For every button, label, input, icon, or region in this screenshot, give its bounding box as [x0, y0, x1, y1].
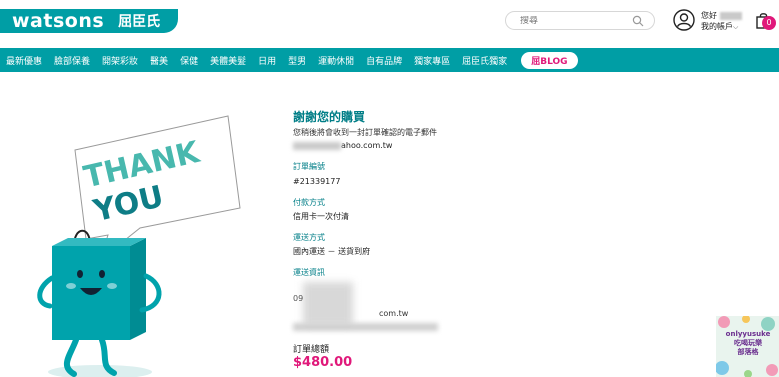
site-header: watsons 屈臣氏 您好 我的帳戶⌵ 0 [0, 0, 779, 46]
order-number-value: #21339177 [293, 177, 341, 186]
shipping-info-redacted: 09 com.tw [293, 282, 443, 332]
address-blur-line [293, 323, 438, 331]
delivery-method-value: 國內運送 － 送貨到府 [293, 247, 371, 256]
greeting-text: 您好 [701, 11, 717, 20]
shipping-info-label: 運送資訊 [293, 268, 325, 277]
shipping-partial-email: com.tw [379, 309, 409, 318]
floating-blog-ad[interactable]: onlyyusuke 吃喝玩樂 部落格 [716, 316, 779, 377]
search-input[interactable] [520, 15, 630, 26]
nav-item-derma[interactable]: 醫美 [150, 54, 168, 67]
order-total-label: 訂單總額 [293, 345, 330, 355]
logo-text: watsons [12, 10, 105, 32]
order-details: 訂單編號 #21339177 付款方式 信用卡一次付清 運送方式 國內運送 － … [293, 162, 553, 377]
main-nav: 最新優惠 臉部保養 開架彩妝 醫美 保健 美體美髮 日用 型男 運動休閒 自有品… [0, 48, 779, 72]
watsons-logo[interactable]: watsons 屈臣氏 [0, 9, 178, 33]
blurred-username [719, 11, 742, 20]
search-box [505, 11, 655, 30]
page-title: 謝謝您的購買 [293, 110, 366, 124]
shipping-partial-phone: 09 [293, 294, 304, 303]
nav-item-men[interactable]: 型男 [288, 54, 306, 67]
email-redaction [293, 141, 341, 150]
payment-method-value: 信用卡一次付清 [293, 212, 349, 221]
account-greeting[interactable]: 您好 我的帳戶⌵ [701, 10, 742, 33]
ad-line-2: 吃喝玩樂 [734, 339, 762, 347]
my-account-link[interactable]: 我的帳戶 [701, 22, 733, 31]
search-icon[interactable] [632, 15, 644, 27]
nav-item-offers[interactable]: 最新優惠 [6, 54, 42, 67]
nav-item-health[interactable]: 保健 [180, 54, 198, 67]
delivery-method-label: 運送方式 [293, 233, 325, 242]
order-number-label: 訂單編號 [293, 162, 325, 171]
nav-item-body-hair[interactable]: 美體美髮 [210, 54, 246, 67]
nav-item-watsons-exclusive[interactable]: 屈臣氏獨家 [462, 54, 507, 67]
order-email: ahoo.com.tw [293, 141, 533, 151]
email-visible-part: ahoo.com.tw [341, 141, 393, 150]
payment-method-label: 付款方式 [293, 198, 325, 207]
nav-item-exclusive-zone[interactable]: 獨家專區 [414, 54, 450, 67]
order-total-value: $480.00 [293, 355, 353, 370]
nav-item-makeup[interactable]: 開架彩妝 [102, 54, 138, 67]
thank-you-illustration: THANK YOU [37, 115, 241, 377]
cart-count-badge: 0 [762, 16, 776, 30]
confirmation-message: 您稍後將會收到一封訂單確認的電子郵件 [293, 128, 437, 137]
address-blur-block [303, 282, 353, 326]
order-confirmation: 謝謝您的購買 您稍後將會收到一封訂單確認的電子郵件 ahoo.com.tw [293, 110, 533, 151]
ad-line-1: onlyyusuke [725, 330, 771, 338]
logo-cn-text: 屈臣氏 [118, 14, 161, 30]
nav-item-daily[interactable]: 日用 [258, 54, 276, 67]
nav-item-own-brand[interactable]: 自有品牌 [366, 54, 402, 67]
blog-label: BLOG [540, 56, 568, 67]
nav-item-facial-care[interactable]: 臉部保養 [54, 54, 90, 67]
blog-icon: 屈 [531, 56, 541, 67]
ad-line-3: 部落格 [737, 348, 759, 356]
blog-button[interactable]: 屈BLOG [521, 51, 578, 69]
nav-item-sports[interactable]: 運動休閒 [318, 54, 354, 67]
chevron-down-icon: ⌵ [733, 23, 739, 31]
user-account-icon[interactable] [673, 9, 695, 31]
ad-text: onlyyusuke 吃喝玩樂 部落格 [718, 330, 778, 357]
